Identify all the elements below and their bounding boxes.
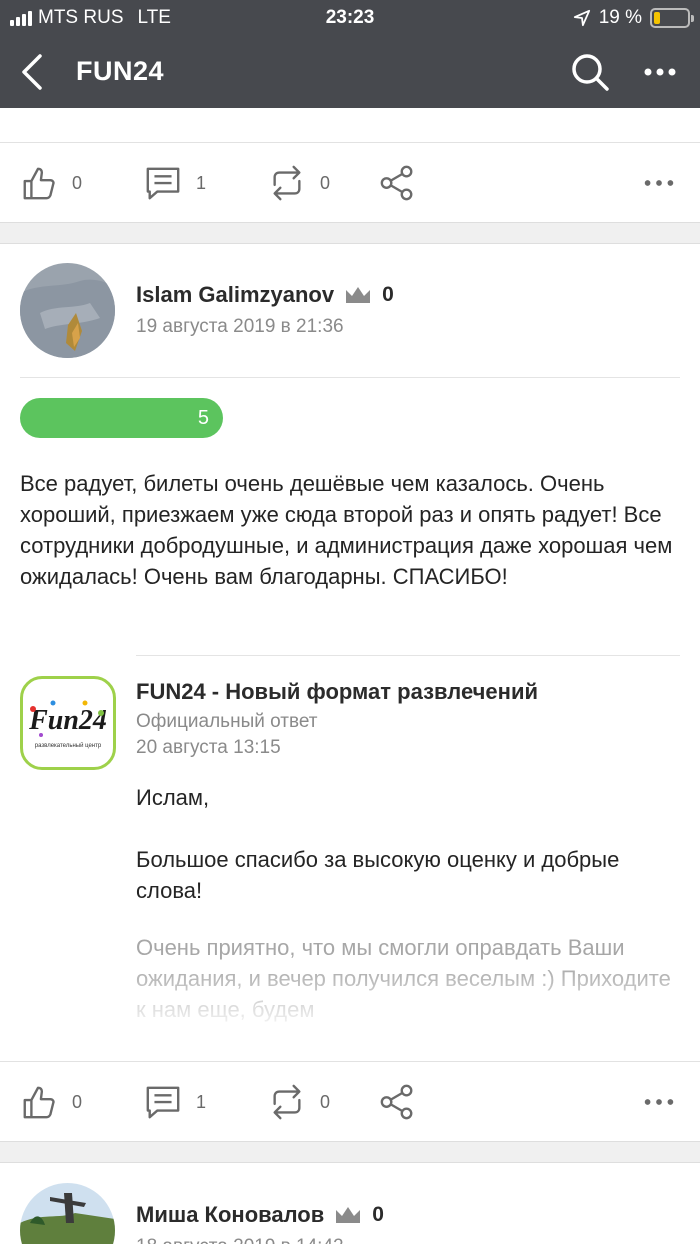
author-name[interactable]: Islam Galimzyanov: [136, 282, 334, 308]
user-photo: [20, 1183, 115, 1244]
repost-button[interactable]: 0: [268, 1082, 330, 1122]
comment-button[interactable]: 1: [144, 163, 206, 203]
location-arrow-icon: [573, 9, 590, 27]
repost-icon: [273, 165, 301, 201]
top-bar: MTS RUS LTE 23:23 19 % FUN24: [0, 0, 700, 108]
company-logo[interactable]: Fun24 развлекательный центр: [20, 676, 116, 770]
more-options-icon[interactable]: [640, 52, 680, 92]
like-button[interactable]: 0: [20, 1082, 82, 1122]
rating-value: 5: [197, 407, 209, 429]
comment-icon: [146, 1086, 180, 1119]
repost-count: 0: [320, 1091, 331, 1112]
search-icon[interactable]: [568, 50, 612, 94]
author-score: 0: [372, 1203, 384, 1226]
crown-icon: [336, 1207, 361, 1223]
post-menu-button[interactable]: [640, 163, 678, 203]
like-count: 0: [72, 172, 83, 193]
more-dots-icon: [644, 1099, 674, 1105]
divider: [136, 655, 680, 656]
nav-bar: FUN24: [0, 40, 700, 104]
rating-badge: 5: [20, 398, 223, 438]
logo-text: Fun24: [28, 705, 107, 736]
avatar[interactable]: [20, 263, 115, 358]
share-icon: [380, 165, 413, 201]
reply-date: 20 августа 13:15: [136, 737, 281, 758]
thumbs-up-icon: [23, 167, 55, 200]
share-icon: [380, 1084, 413, 1120]
reply-thanks: Большое спасибо за высокую оценку и добр…: [136, 847, 620, 903]
reply-author[interactable]: FUN24 - Новый формат развлечений: [136, 679, 538, 705]
battery-percent: 19 %: [598, 7, 642, 28]
battery-icon: [650, 8, 694, 28]
author-row: Islam Galimzyanov 0: [136, 282, 394, 308]
reply-more: Очень приятно, что мы смогли оправдать В…: [136, 935, 671, 1022]
status-bar: MTS RUS LTE 23:23 19 %: [0, 0, 700, 36]
like-count: 0: [72, 1091, 83, 1112]
repost-button[interactable]: 0: [268, 163, 330, 203]
review-actions-bar: 0 1 0: [0, 1061, 700, 1141]
author-name[interactable]: Миша Коновалов: [136, 1202, 324, 1228]
repost-count: 0: [320, 172, 331, 193]
crown-icon: [346, 287, 371, 303]
comment-button[interactable]: 1: [144, 1082, 206, 1122]
repost-icon: [273, 1084, 301, 1120]
divider: [20, 377, 680, 378]
review-date: 18 августа 2019 в 14:42: [136, 1236, 344, 1244]
author-row: Миша Коновалов 0: [136, 1202, 384, 1228]
more-dots-icon: [644, 180, 674, 186]
thumbs-up-icon: [23, 1086, 55, 1119]
review-text: Все радует, билеты очень дешёвые чем каз…: [20, 471, 673, 589]
reply-text: Ислам, Большое спасибо за высокую оценку…: [136, 782, 680, 937]
section-divider: [0, 1141, 700, 1163]
share-button[interactable]: [378, 1082, 416, 1122]
post-actions-bar: 0 1 0: [0, 142, 700, 222]
back-arrow-icon[interactable]: [16, 50, 52, 94]
page-title: FUN24: [76, 56, 165, 86]
like-button[interactable]: 0: [20, 163, 82, 203]
fun24-logo-icon: Fun24 развлекательный центр: [28, 700, 107, 749]
official-reply-label: Официальный ответ: [136, 711, 318, 732]
comment-count: 1: [196, 1091, 207, 1112]
review-date: 19 августа 2019 в 21:36: [136, 316, 344, 337]
avatar[interactable]: [20, 1183, 115, 1244]
user-photo: [20, 263, 115, 358]
section-divider: [0, 222, 700, 244]
comment-icon: [146, 167, 180, 200]
share-button[interactable]: [378, 163, 416, 203]
post-menu-button[interactable]: [640, 1082, 678, 1122]
reply-greeting: Ислам,: [136, 785, 210, 810]
author-score: 0: [382, 283, 394, 306]
reply-collapsed-text[interactable]: Очень приятно, что мы смогли оправдать В…: [136, 932, 680, 1024]
comment-count: 1: [196, 172, 207, 193]
logo-subtext: развлекательный центр: [35, 742, 102, 749]
